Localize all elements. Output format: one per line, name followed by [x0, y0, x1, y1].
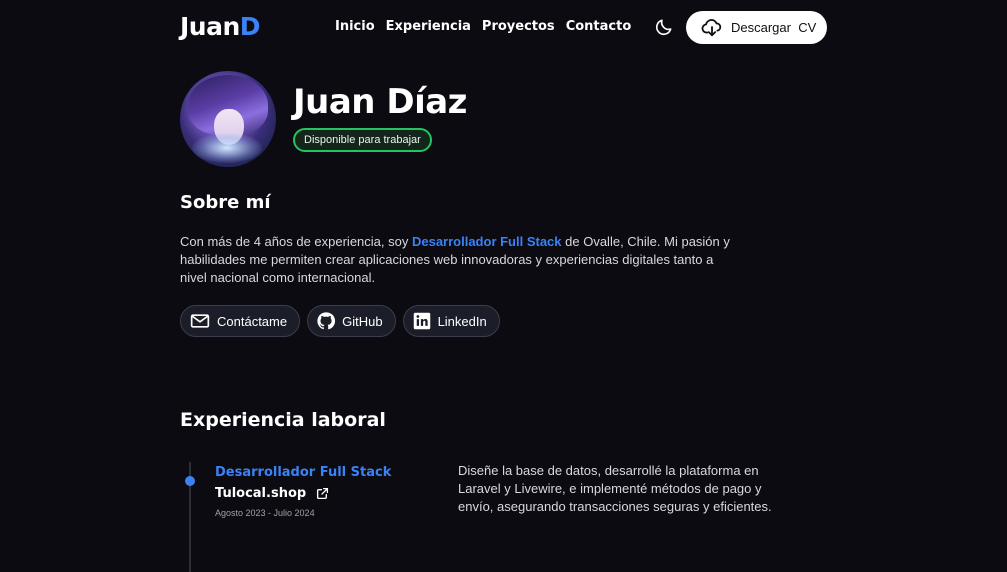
experience-title: Experiencia laboral	[180, 409, 386, 431]
logo[interactable]: JuanD	[180, 12, 261, 41]
about-highlight: Desarrollador Full Stack	[411, 234, 562, 249]
social-links: Contáctame GitHub LinkedIn	[180, 305, 500, 337]
download-cv-button[interactable]: Descargar CV	[686, 11, 827, 44]
contact-button[interactable]: Contáctame	[180, 305, 301, 337]
mail-icon	[190, 314, 210, 328]
status-badge: Disponible para trabajar	[293, 128, 432, 152]
logo-main: Juan	[180, 12, 240, 41]
logo-accent: D	[239, 12, 261, 41]
github-icon	[317, 312, 336, 330]
moon-icon	[655, 19, 672, 36]
linkedin-button[interactable]: LinkedIn	[402, 305, 500, 337]
main-nav: Inicio Experiencia Proyectos Contacto	[335, 19, 631, 34]
about-description: Con más de 4 años de experiencia, soy De…	[180, 233, 735, 287]
about-text-before: Con más de 4 años de experiencia, soy	[180, 234, 412, 249]
job-company-name: Tulocal.shop	[215, 486, 307, 501]
nav-link-experiencia[interactable]: Experiencia	[386, 19, 471, 34]
nav-link-proyectos[interactable]: Proyectos	[482, 19, 555, 34]
job-company-link[interactable]: Tulocal.shop	[215, 486, 329, 501]
external-link-icon[interactable]	[316, 487, 329, 500]
job-description: Diseñe la base de datos, desarrollé la p…	[458, 463, 772, 514]
nav-link-inicio[interactable]: Inicio	[335, 19, 375, 34]
linkedin-icon	[413, 312, 430, 330]
profile-name: Juan Díaz	[293, 82, 467, 122]
github-label: GitHub	[342, 313, 383, 329]
nav-link-contacto[interactable]: Contacto	[566, 19, 632, 34]
download-cv-label: Descargar CV	[731, 20, 817, 35]
about-title: Sobre mí	[180, 192, 271, 213]
github-button[interactable]: GitHub	[307, 305, 396, 337]
contact-label: Contáctame	[217, 313, 288, 329]
timeline-dot	[185, 476, 195, 486]
cloud-download-icon	[701, 18, 722, 36]
theme-toggle-button[interactable]	[654, 17, 674, 37]
job-dates: Agosto 2023 - Julio 2024	[215, 508, 315, 518]
linkedin-label: LinkedIn	[437, 313, 487, 329]
job-role: Desarrollador Full Stack	[215, 465, 392, 480]
avatar	[180, 71, 276, 167]
